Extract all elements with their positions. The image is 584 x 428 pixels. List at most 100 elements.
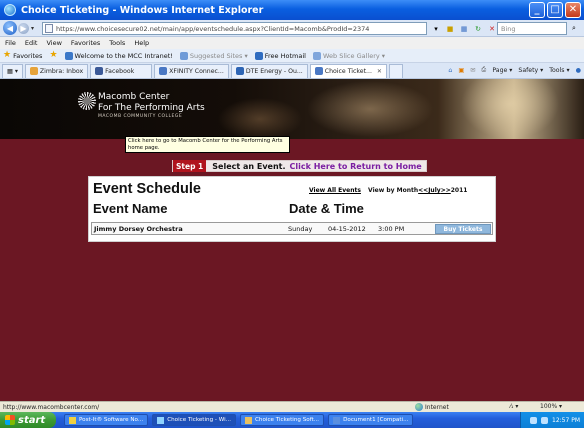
logo-line-1[interactable]: Macomb Center [98,92,169,102]
fav-item-label: Web Slice Gallery ▾ [322,51,386,60]
home-icon[interactable]: ⌂ [448,67,452,74]
buy-tickets-button[interactable]: Buy Tickets [435,224,491,234]
taskbar-item-label: Document1 [Compati... [343,417,409,423]
tab-choice-ticketing[interactable]: Choice Ticket... ✕ [309,63,387,78]
tab-zimbra-inbox[interactable]: Zimbra: Inbox [24,63,89,78]
current-month-link[interactable]: July [428,187,440,194]
star-icon: ★ [3,50,12,60]
address-bar[interactable]: https://www.choicesecure02.net/main/app/… [42,22,427,35]
status-url: http://www.macombcenter.com/ [3,403,100,411]
menu-help[interactable]: Help [134,39,149,47]
close-tab-icon[interactable]: ✕ [377,68,382,75]
tab-dte-energy[interactable]: DTE Energy - Ou... [230,63,308,78]
back-button[interactable]: ◀ [3,21,17,35]
quick-tabs-button[interactable]: ▦ ▾ [2,63,23,78]
command-tools[interactable]: Tools ▾ [549,67,569,74]
favorites-button[interactable]: ★ Favorites [3,51,42,60]
maximize-button[interactable]: □ [547,2,563,18]
next-month-link[interactable]: >> [441,187,451,194]
taskbar-item-choice-ticketing-software[interactable]: Choice Ticketing Soft... [240,414,325,426]
menu-favorites[interactable]: Favorites [71,39,100,47]
event-schedule-panel: Event Schedule View All Events View by M… [88,176,496,242]
read-mail-icon[interactable]: ✉ [470,67,475,74]
history-dropdown-icon[interactable]: ▾ [31,25,34,32]
print-icon[interactable]: ⎙ [481,66,486,74]
zoom-level[interactable]: 100% ▾ [540,403,562,410]
minimize-button[interactable]: _ [529,2,545,18]
menu-view[interactable]: View [46,39,61,47]
address-tools: ▾ ■ ▦ ↻ ✕ [430,23,498,34]
site-icon [235,67,244,75]
security-zone[interactable]: Internet [415,403,449,411]
command-safety[interactable]: Safety ▾ [518,67,543,74]
globe-icon [415,403,423,411]
fav-item-web-slice-gallery[interactable]: Web Slice Gallery ▾ [312,51,386,60]
tab-xfinity[interactable]: XFINITY Connec... [154,63,229,78]
windows-flag-icon [5,415,15,425]
view-all-events-link[interactable]: View All Events [309,187,361,194]
return-home-link[interactable]: Click Here to Return to Home [290,162,422,171]
search-input[interactable]: Bing [497,22,567,35]
volume-icon[interactable] [541,416,548,424]
menu-tools[interactable]: Tools [109,39,125,47]
tab-label: Facebook [105,67,135,75]
event-name-header: Event Name [93,201,168,216]
menu-bar: File Edit View Favorites Tools Help [0,37,584,49]
fav-item-mcc-intranet[interactable]: Welcome to the MCC Intranet! [64,51,173,60]
window-controls: _ □ ✕ [529,2,581,18]
logo-line-3[interactable]: MACOMB COMMUNITY COLLEGE [98,114,182,119]
address-url[interactable]: https://www.choicesecure02.net/main/app/… [56,25,369,33]
site-icon [64,51,73,60]
table-row: Jimmy Dorsey Orchestra Sunday 04-15-2012… [91,222,493,235]
protected-mode-indicator[interactable]: ⁄₁ ▾ [510,403,518,410]
schedule-filters: View All Events View by Month<<July>>201… [309,187,467,194]
fav-item-free-hotmail[interactable]: Free Hotmail [254,51,306,60]
lock-icon[interactable]: ■ [444,23,456,34]
compatibility-icon[interactable]: ▦ [458,23,470,34]
site-icon [95,67,104,75]
taskbar-item-post-it[interactable]: Post-It® Software No... [64,414,149,426]
fav-item-suggested-sites[interactable]: Suggested Sites ▾ [179,51,248,60]
taskbar-item-label: Post-It® Software No... [79,417,144,423]
taskbar-item-document1[interactable]: Document1 [Compati... [328,414,414,426]
tab-bar: ▦ ▾ Zimbra: Inbox Facebook XFINITY Conne… [0,63,584,79]
command-page[interactable]: Page ▾ [492,67,512,74]
menu-edit[interactable]: Edit [25,39,38,47]
new-tab-button[interactable] [388,63,403,78]
menu-file[interactable]: File [5,39,16,47]
tab-label: Zimbra: Inbox [39,67,84,75]
date-time-header: Date & Time [289,201,364,216]
feeds-icon[interactable]: ▣ [458,67,464,74]
site-banner[interactable]: Macomb Center For The Performing Arts MA… [0,79,584,139]
taskbar: start Post-It® Software No... Choice Tic… [0,412,584,428]
taskbar-item-choice-ticketing-ie[interactable]: Choice Ticketing - Wi... [152,414,237,426]
site-icon [159,67,168,75]
forward-button[interactable]: ▶ [18,22,29,34]
word-icon [333,416,341,424]
tab-facebook[interactable]: Facebook [90,63,153,78]
site-icon [254,51,263,60]
step-indicator: Step 1 Select an Event. Click Here to Re… [172,160,427,172]
add-favorite-icon[interactable]: ★ [49,51,57,60]
refresh-icon[interactable]: ↻ [472,23,484,34]
event-time: 3:00 PM [378,224,405,233]
fav-item-label: Free Hotmail [264,51,306,60]
start-button[interactable]: start [0,412,56,428]
logo-line-2[interactable]: For The Performing Arts [98,103,205,113]
help-icon[interactable]: ● [576,67,581,74]
macomb-logo-icon[interactable] [78,92,96,110]
ie-icon [4,4,16,16]
event-name: Jimmy Dorsey Orchestra [94,224,183,233]
system-tray: 12:57 PM [520,412,584,428]
prev-month-link[interactable]: << [418,187,428,194]
search-placeholder: Bing [501,24,516,33]
tab-label: XFINITY Connec... [169,67,224,75]
close-button[interactable]: ✕ [565,2,581,18]
address-dropdown-icon[interactable]: ▾ [430,23,442,34]
network-icon[interactable] [530,416,537,424]
zone-label: Internet [425,403,449,411]
clock[interactable]: 12:57 PM [552,417,580,424]
search-icon[interactable]: ⌕ [568,23,580,34]
fav-item-label: Suggested Sites ▾ [189,51,248,60]
status-bar: http://www.macombcenter.com/ Internet ⁄₁… [0,401,584,412]
